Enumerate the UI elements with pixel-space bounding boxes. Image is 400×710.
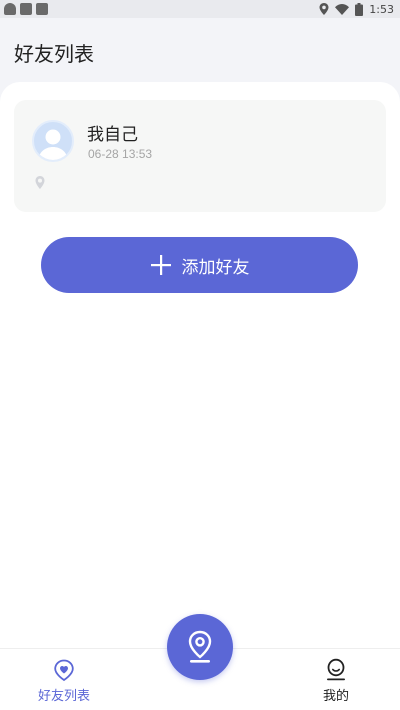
nav-friends-label: 好友列表 [37, 689, 90, 704]
sd-card-icon [36, 3, 48, 15]
content-sheet: 我自己 06-28 13:53 添加好友 [0, 82, 400, 648]
status-left-icons [4, 3, 48, 15]
friend-card[interactable]: 我自己 06-28 13:53 [14, 100, 386, 212]
status-bar: 1:53 [0, 0, 400, 18]
heart-location-icon [54, 659, 74, 682]
ghost-icon [4, 3, 16, 15]
default-avatar-icon [32, 120, 74, 162]
friend-name: 我自己 [87, 125, 138, 145]
nav-mine[interactable]: 我的 [296, 649, 376, 710]
location-pin-icon [188, 630, 212, 663]
location-pin-icon [35, 176, 45, 189]
plus-icon [150, 255, 171, 275]
battery-icon [355, 2, 364, 16]
status-right: 1:53 [319, 2, 394, 16]
wifi-icon [335, 3, 350, 15]
status-time: 1:53 [369, 2, 394, 16]
user-icon [327, 658, 345, 681]
folder-icon [20, 3, 32, 15]
location-icon [319, 3, 329, 15]
add-friend-button[interactable]: 添加好友 [41, 237, 358, 293]
page-title: 好友列表 [14, 42, 94, 66]
center-location-button[interactable] [167, 614, 233, 680]
nav-mine-label: 我的 [322, 689, 349, 704]
add-friend-label: 添加好友 [181, 257, 250, 277]
nav-friends-list[interactable]: 好友列表 [24, 649, 104, 710]
friend-timestamp: 06-28 13:53 [88, 147, 153, 161]
